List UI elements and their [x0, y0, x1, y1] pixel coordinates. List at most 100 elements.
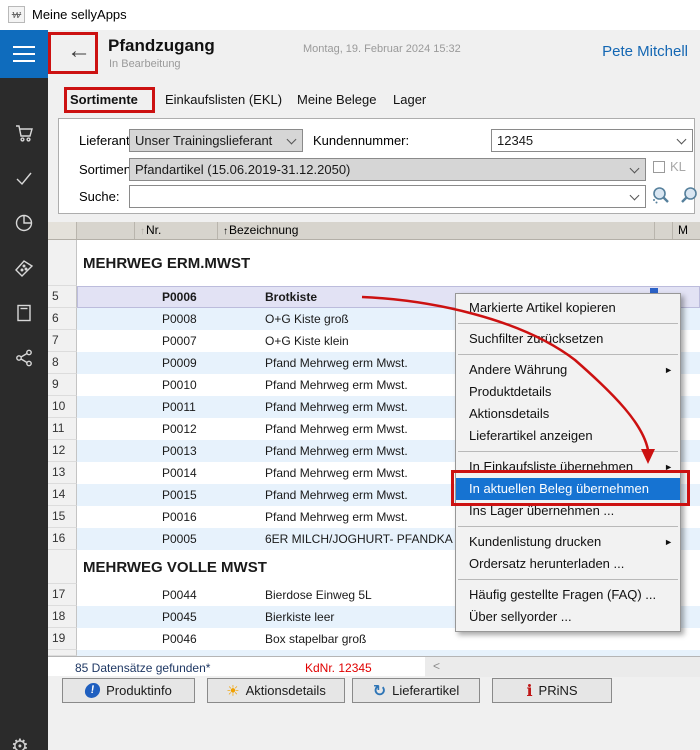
kl-label: KL [670, 159, 686, 174]
cell-bezeichnung: Box stapelbar groß [265, 632, 700, 646]
search-input[interactable] [129, 185, 646, 208]
menu-item-label: Kundenlistung drucken [469, 534, 601, 549]
checkmark-icon[interactable] [13, 167, 35, 189]
kl-checkbox[interactable] [653, 161, 665, 173]
user-name[interactable]: Pete Mitchell [602, 43, 688, 60]
sort-icon: ↑ [140, 226, 145, 237]
info-icon: ! [84, 683, 101, 698]
menu-item[interactable]: In aktuellen Beleg übernehmen [456, 478, 680, 500]
customer-number-status: KdNr. 12345 [305, 661, 372, 675]
menu-item-label: Häufig gestellte Fragen (FAQ) ... [469, 587, 656, 602]
chevron-down-icon [630, 164, 640, 174]
cell-nr: P0044 [162, 588, 265, 602]
menu-item[interactable]: Lieferartikel anzeigen [456, 425, 680, 447]
submenu-arrow-icon: ► [664, 359, 673, 381]
header-m[interactable]: M [673, 222, 700, 239]
group-title: MEHRWEG VOLLE MWST [83, 559, 267, 576]
menu-item[interactable]: In Einkaufsliste übernehmen ► [456, 456, 680, 478]
book-icon[interactable] [13, 302, 35, 324]
menu-item-label: Markierte Artikel kopieren [469, 300, 616, 315]
chevron-down-icon [630, 191, 640, 201]
cell-nr: P0016 [162, 510, 265, 524]
menu-item[interactable]: Produktdetails [456, 381, 680, 403]
window-title: Meine sellyApps [32, 7, 127, 22]
row-number-cell: 17 [48, 584, 77, 606]
search-secondary-icon[interactable] [678, 185, 700, 207]
menu-item[interactable]: Suchfilter zurücksetzen [456, 328, 680, 350]
row-number-cell [48, 240, 77, 286]
menu-item[interactable]: Aktionsdetails [456, 403, 680, 425]
row-number-cell: 8 [48, 352, 77, 374]
menu-separator [458, 451, 678, 452]
cell-nr: P0045 [162, 610, 265, 624]
share-icon[interactable] [13, 347, 35, 369]
cell-nr: P0046 [162, 632, 265, 646]
menu-item[interactable]: Kundenlistung drucken► [456, 531, 680, 553]
back-button[interactable]: ← [62, 36, 96, 68]
lieferant-select[interactable]: Unser Trainingslieferant [129, 129, 303, 152]
menu-item-label: In Einkaufsliste übernehmen [469, 459, 633, 474]
row-number-cell: 10 [48, 396, 77, 418]
header-blank[interactable] [77, 222, 135, 239]
menu-item[interactable]: Andere Währung ► [456, 359, 680, 381]
filter-panel: Lieferant: Unser Trainingslieferant Kund… [58, 118, 695, 214]
menu-item-label: Produktdetails [469, 384, 551, 399]
cell-nr: P0014 [162, 466, 265, 480]
row-number-cell: 9 [48, 374, 77, 396]
page-datetime: Montag, 19. Februar 2024 15:32 [303, 43, 461, 55]
chevron-down-icon [677, 135, 687, 145]
menu-item[interactable]: Häufig gestellte Fragen (FAQ) ... [456, 584, 680, 606]
row-number-cell: 5 [48, 286, 77, 308]
page-status: In Bearbeitung [109, 58, 181, 70]
cart-icon[interactable] [13, 122, 35, 144]
row-number-cell: 7 [48, 330, 77, 352]
prins-button[interactable]: i PRiNS [492, 678, 612, 703]
kundennummer-select[interactable]: 12345 [491, 129, 693, 152]
tab-einkaufslisten[interactable]: Einkaufslisten (EKL) [165, 92, 282, 107]
gear-icon[interactable]: ⚙ [11, 734, 29, 750]
tab-lager[interactable]: Lager [393, 92, 426, 107]
tag-icon[interactable] [13, 257, 35, 279]
pie-chart-icon[interactable] [13, 212, 35, 234]
suche-label: Suche: [79, 189, 119, 204]
hamburger-menu-button[interactable] [0, 30, 48, 78]
menu-item-label: Über sellyorder ... [469, 609, 572, 624]
cell-nr: P0006 [162, 290, 265, 304]
header-corner [48, 222, 77, 239]
submenu-arrow-icon: ► [664, 456, 673, 478]
horizontal-scrollbar[interactable]: < [425, 657, 700, 677]
record-count: 85 Datensätze gefunden* [75, 661, 210, 675]
status-bar: 85 Datensätze gefunden* KdNr. 12345 < [48, 656, 700, 676]
context-menu: Markierte Artikel kopieren Suchfilter zur… [455, 293, 681, 632]
menu-item[interactable]: Ordersatz herunterladen ... [456, 553, 680, 575]
aktionsdetails-button[interactable]: ☀ Aktionsdetails [207, 678, 345, 703]
produktinfo-button[interactable]: ! Produktinfo [62, 678, 195, 703]
scroll-left-icon[interactable]: < [433, 659, 440, 673]
menu-item[interactable]: Über sellyorder ... [456, 606, 680, 628]
menu-separator [458, 354, 678, 355]
app-logo-icon: w [8, 6, 25, 23]
menu-item-label: Andere Währung [469, 362, 567, 377]
row-number-cell: 12 [48, 440, 77, 462]
row-number-cell: 19 [48, 628, 77, 650]
lieferant-label: Lieferant: [79, 133, 133, 148]
search-icon[interactable] [650, 185, 672, 207]
lieferartikel-button[interactable]: ↻ Lieferartikel [352, 678, 480, 703]
menu-separator [458, 526, 678, 527]
tab-meine-belege[interactable]: Meine Belege [297, 92, 377, 107]
header-nr[interactable]: ↑Nr. [135, 222, 218, 239]
sortiment-select[interactable]: Pfandartikel (15.06.2019-31.12.2050) [129, 158, 646, 181]
table-header: ↑Nr. ↑Bezeichnung M [48, 222, 700, 240]
menu-item-label: Ordersatz herunterladen ... [469, 556, 624, 571]
row-number-cell: 16 [48, 528, 77, 550]
menu-item-label: In aktuellen Beleg übernehmen [469, 481, 649, 496]
title-bar: w Meine sellyApps [0, 0, 700, 30]
header-bezeichnung[interactable]: ↑Bezeichnung [218, 222, 655, 239]
tab-sortimente[interactable]: Sortimente [70, 92, 138, 107]
row-number-cell: 15 [48, 506, 77, 528]
menu-item[interactable]: Ins Lager übernehmen ... [456, 500, 680, 522]
chevron-down-icon [287, 135, 297, 145]
group-title-cell: MEHRWEG ERM.MWST [77, 240, 700, 286]
row-number-cell: 11 [48, 418, 77, 440]
menu-item[interactable]: Markierte Artikel kopieren [456, 297, 680, 319]
